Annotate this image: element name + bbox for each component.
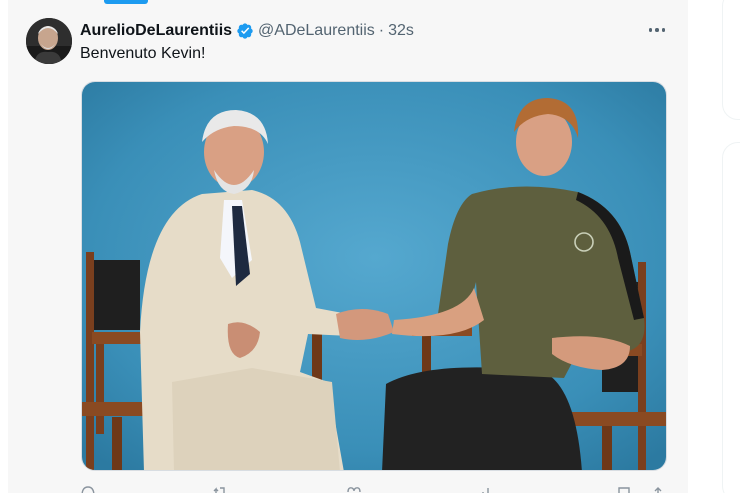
- tweet-text: Benvenuto Kevin!: [80, 45, 206, 62]
- verified-badge-icon: [237, 23, 253, 39]
- user-handle[interactable]: @ADeLaurentiis: [258, 22, 375, 40]
- share-icon: [654, 487, 662, 493]
- post-timestamp[interactable]: 32s: [388, 22, 414, 40]
- tweet-header: AurelioDeLaurentiis @ADeLaurentiis · 32s: [80, 20, 414, 42]
- photo-handshake: [82, 82, 666, 470]
- views-icon: [482, 488, 489, 493]
- tweet-card[interactable]: AurelioDeLaurentiis @ADeLaurentiis · 32s…: [8, 0, 688, 493]
- avatar[interactable]: [26, 18, 72, 64]
- more-horizontal-icon[interactable]: [644, 20, 670, 40]
- avatar-image: [26, 18, 72, 64]
- sidebar-card: [722, 142, 740, 493]
- tweet-photo[interactable]: [81, 81, 667, 471]
- display-name[interactable]: AurelioDeLaurentiis: [80, 22, 232, 40]
- repost-icon: [213, 487, 225, 493]
- bookmark-icon: [618, 487, 630, 493]
- sidebar-card: [722, 0, 740, 120]
- action-bar: [80, 486, 670, 493]
- like-icon: [347, 487, 361, 493]
- separator-dot: ·: [378, 22, 385, 39]
- reply-icon: [81, 486, 95, 493]
- active-tab-indicator: [104, 0, 148, 4]
